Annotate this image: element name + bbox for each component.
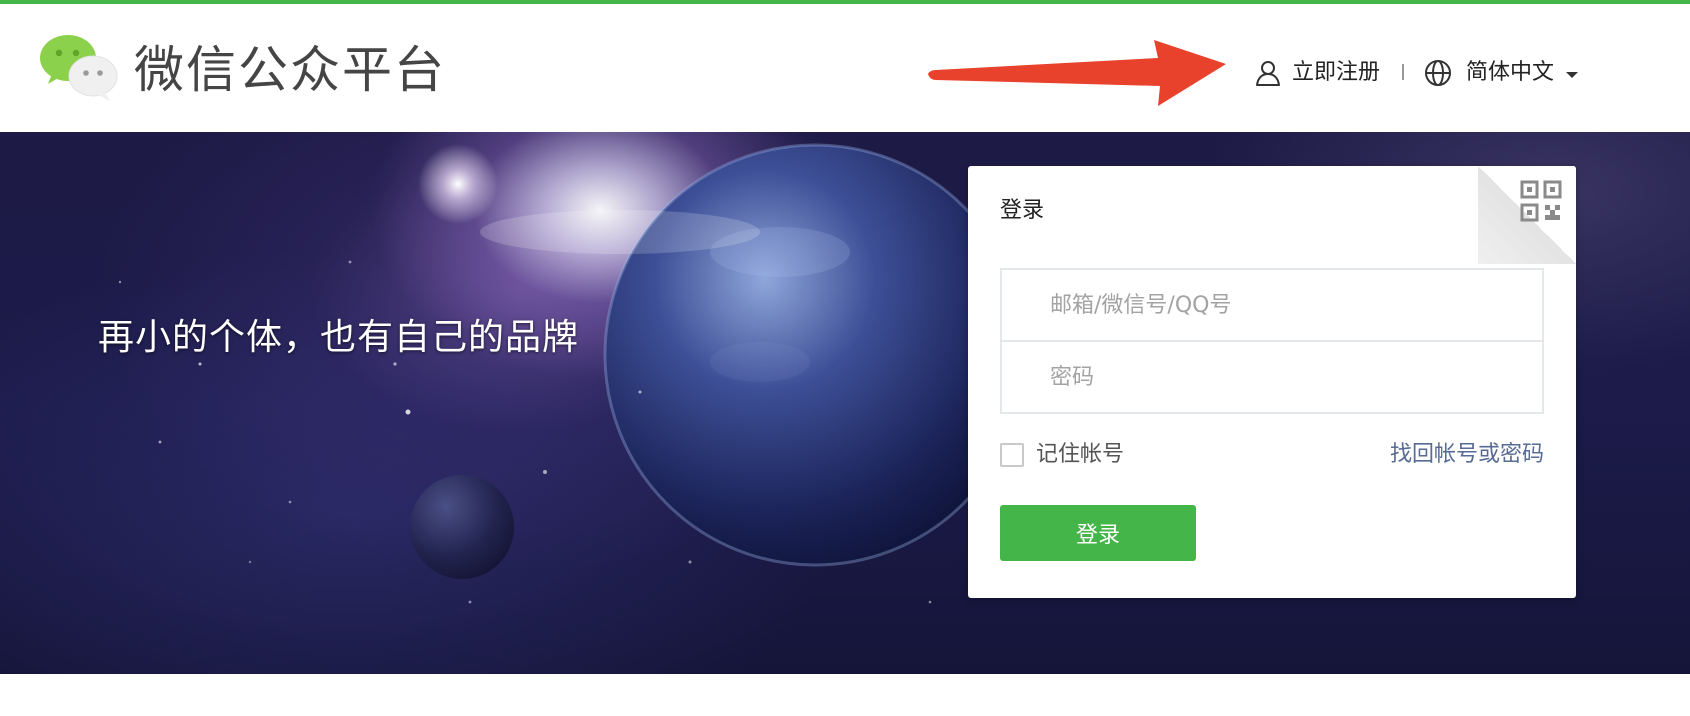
language-selector[interactable]: 简体中文	[1424, 53, 1579, 93]
annotation-arrow-icon	[928, 40, 1226, 106]
page: 微信公众平台 立即注册 简体中文 再小的个体，也有自己的品牌 登录 邮箱/微信号…	[0, 0, 1690, 716]
header: 微信公众平台 立即注册 简体中文	[0, 4, 1690, 132]
qr-code-icon[interactable]	[1520, 180, 1562, 222]
account-input[interactable]	[1000, 268, 1544, 342]
login-button[interactable]: 登录	[1000, 505, 1196, 561]
login-card: 登录 记住帐号 找回帐号或密码 登录	[968, 166, 1576, 598]
globe-icon	[1425, 60, 1451, 86]
remember-label: 记住帐号	[1036, 442, 1125, 467]
login-title: 登录	[1000, 198, 1045, 223]
register-label: 立即注册	[1292, 60, 1381, 85]
register-link[interactable]: 立即注册	[1254, 53, 1380, 93]
wechat-logo-icon	[40, 35, 118, 101]
user-icon	[1256, 61, 1280, 86]
remember-account[interactable]: 记住帐号	[1000, 440, 1124, 470]
language-label: 简体中文	[1466, 60, 1555, 85]
page-footer-area	[0, 674, 1690, 716]
chevron-down-icon	[1566, 72, 1579, 78]
password-input[interactable]	[1000, 340, 1544, 414]
nav-divider	[1402, 64, 1404, 80]
remember-checkbox[interactable]	[1000, 443, 1024, 467]
banner-slogan: 再小的个体，也有自己的品牌	[98, 317, 580, 358]
forgot-password-link[interactable]: 找回帐号或密码	[1390, 440, 1544, 470]
platform-title: 微信公众平台	[134, 41, 446, 99]
